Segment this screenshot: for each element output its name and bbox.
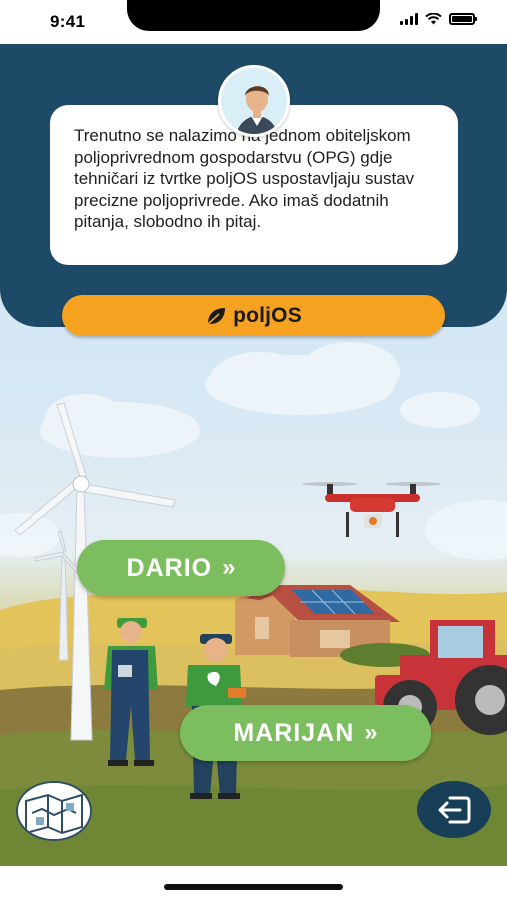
chevron-right-icon: » <box>364 719 378 746</box>
exit-icon <box>438 796 471 823</box>
battery-icon <box>449 13 477 25</box>
person-avatar-icon <box>218 65 290 137</box>
app-screen: 9:41 Trenutno se nalazimo na jednom obit… <box>0 0 507 900</box>
dario-button[interactable]: DARIO » <box>77 540 285 596</box>
status-icons <box>400 13 477 25</box>
brand-label: poljOS <box>233 303 302 327</box>
wifi-icon <box>425 13 442 25</box>
map-icon <box>18 783 90 839</box>
guide-message: Trenutno se nalazimo na jednom obiteljsk… <box>74 126 415 231</box>
notch <box>127 0 380 31</box>
status-bar: 9:41 <box>0 0 507 44</box>
leaf-icon <box>207 307 226 325</box>
bottom-safe-area <box>0 866 507 900</box>
exit-button[interactable] <box>417 781 491 838</box>
chevron-right-icon: » <box>222 554 236 581</box>
map-button[interactable] <box>16 781 92 841</box>
cellular-signal-icon <box>400 13 418 25</box>
marijan-label: MARIJAN <box>233 718 355 747</box>
poljos-brand-button[interactable]: poljOS <box>62 295 445 336</box>
home-indicator[interactable] <box>164 884 343 890</box>
status-time: 9:41 <box>50 12 86 31</box>
marijan-button[interactable]: MARIJAN » <box>180 705 431 761</box>
guide-panel: Trenutno se nalazimo na jednom obiteljsk… <box>0 44 507 327</box>
drone <box>302 482 441 537</box>
dario-label: DARIO <box>126 553 213 582</box>
